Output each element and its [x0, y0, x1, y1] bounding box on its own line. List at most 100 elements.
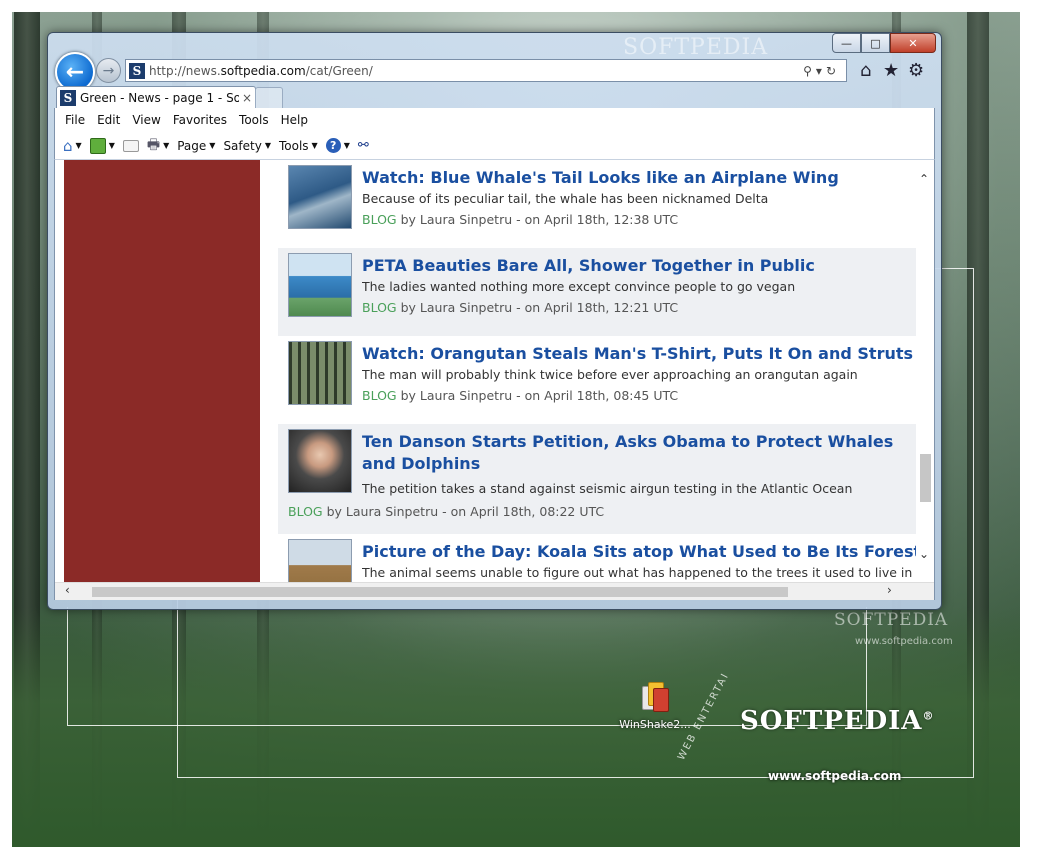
menu-bar: File Edit View Favorites Tools Help — [54, 108, 935, 132]
maximize-button[interactable]: □ — [861, 33, 890, 53]
menu-help[interactable]: Help — [281, 113, 308, 127]
article-description: Because of its peculiar tail, the whale … — [362, 191, 769, 206]
home-command[interactable]: ⌂ ▼ — [63, 137, 82, 155]
browser-window[interactable]: SOFTPEDIA — □ ✕ ← → S http://news.softpe… — [47, 32, 942, 610]
article-description: The animal seems unable to figure out wh… — [362, 565, 913, 580]
softpedia-favicon: S — [129, 62, 145, 79]
forward-arrow-icon: → — [102, 62, 115, 79]
settings-gear-icon[interactable]: ⚙ — [908, 60, 924, 81]
article-item[interactable]: Watch: Orangutan Steals Man's T-Shirt, P… — [278, 336, 916, 424]
article-title[interactable]: Picture of the Day: Koala Sits atop What… — [362, 541, 916, 563]
article-title[interactable]: Ten Danson Starts Petition, Asks Obama t… — [362, 431, 916, 475]
address-bar[interactable]: S http://news.softpedia.com/cat/Green/ ⚲… — [125, 59, 847, 82]
tools-menu[interactable]: Tools ▼ — [279, 139, 318, 153]
menu-favorites[interactable]: Favorites — [173, 113, 227, 127]
article-meta: BLOG by Laura Sinpetru - on April 18th, … — [362, 388, 678, 403]
help-command[interactable]: ? ▼ — [325, 138, 350, 153]
softpedia-logo: SOFTPEDIA® — [740, 706, 934, 736]
safety-menu[interactable]: Safety ▼ — [223, 139, 271, 153]
home-icon[interactable]: ⌂ — [860, 60, 871, 81]
mail-command[interactable] — [122, 139, 139, 152]
tab-green-news[interactable]: S Green - News - page 1 - Sof... × — [56, 86, 256, 109]
article-meta: BLOG by Laura Sinpetru - on April 18th, … — [288, 504, 604, 519]
article-thumbnail[interactable] — [288, 429, 352, 493]
url-path: /cat/Green/ — [305, 63, 373, 78]
scroll-right-icon[interactable]: › — [887, 583, 892, 597]
article-meta: BLOG by Laura Sinpetru - on April 18th, … — [362, 300, 678, 315]
article-item[interactable]: Ten Danson Starts Petition, Asks Obama t… — [278, 424, 916, 534]
vertical-scroll-thumb[interactable] — [920, 454, 931, 502]
softpedia-url: www.softpedia.com — [768, 769, 902, 783]
feeds-icon — [89, 137, 106, 154]
page-viewport[interactable]: Watch: Blue Whale's Tail Looks like an A… — [54, 160, 935, 600]
article-thumbnail[interactable] — [288, 253, 352, 317]
chevron-down-icon: ▼ — [75, 141, 82, 150]
refresh-icon[interactable]: ↻ — [826, 64, 840, 78]
favorites-star-icon[interactable]: ★ — [883, 60, 899, 81]
article-description: The petition takes a stand against seism… — [362, 481, 853, 496]
menu-view[interactable]: View — [132, 113, 160, 127]
article-list: Watch: Blue Whale's Tail Looks like an A… — [278, 160, 916, 600]
safety-menu-label: Safety — [223, 138, 262, 153]
menu-edit[interactable]: Edit — [97, 113, 120, 127]
horizontal-scrollbar[interactable]: ‹ › — [55, 582, 934, 600]
research-icon: ⚯ — [357, 138, 369, 153]
tools-menu-label: Tools — [278, 138, 309, 153]
desktop-icon-winshake[interactable]: WinShake2... — [618, 680, 692, 731]
article-description: The ladies wanted nothing more except co… — [362, 279, 796, 294]
menu-file[interactable]: File — [65, 113, 85, 127]
forward-button[interactable]: → — [96, 58, 121, 83]
caption-buttons: — □ ✕ — [832, 33, 936, 53]
article-item[interactable]: Watch: Blue Whale's Tail Looks like an A… — [278, 160, 916, 248]
registered-mark: ® — [922, 709, 935, 723]
article-tag[interactable]: BLOG — [288, 504, 323, 519]
chevron-down-icon: ▼ — [108, 141, 115, 150]
softpedia-watermark: SOFTPEDIA — [623, 35, 769, 60]
dropdown-icon[interactable]: ▾ — [816, 64, 826, 78]
article-description: The man will probably think twice before… — [362, 367, 858, 382]
help-icon: ? — [325, 138, 341, 153]
chevron-down-icon: ▼ — [343, 141, 350, 150]
article-title[interactable]: Watch: Blue Whale's Tail Looks like an A… — [362, 167, 916, 189]
scroll-left-icon[interactable]: ‹ — [65, 583, 70, 597]
article-thumbnail[interactable] — [288, 341, 352, 405]
article-item[interactable]: PETA Beauties Bare All, Shower Together … — [278, 248, 916, 336]
tab-title: Green - News - page 1 - Sof... — [80, 91, 239, 105]
command-bar: ⌂ ▼ ▼ 🖶 ▼ Page ▼ Safety ▼ Tools ▼ ? ▼ ⚯ — [54, 132, 935, 160]
winshake-icon — [640, 680, 670, 712]
search-icon[interactable]: ⚲ — [803, 64, 816, 78]
left-sidebar-banner — [64, 160, 260, 584]
article-byline: by Laura Sinpetru - on April 18th, 12:21… — [396, 300, 679, 315]
article-tag[interactable]: BLOG — [362, 212, 397, 227]
page-menu[interactable]: Page ▼ — [177, 139, 215, 153]
scroll-down-icon[interactable]: ⌄ — [919, 547, 929, 561]
tab-close-icon[interactable]: × — [239, 91, 255, 105]
desktop-icon-label: WinShake2... — [619, 718, 691, 731]
article-title[interactable]: PETA Beauties Bare All, Shower Together … — [362, 255, 916, 277]
article-byline: by Laura Sinpetru - on April 18th, 08:22… — [322, 504, 605, 519]
article-thumbnail[interactable] — [288, 165, 352, 229]
research-command[interactable]: ⚯ — [358, 138, 369, 153]
article-byline: by Laura Sinpetru - on April 18th, 08:45… — [396, 388, 679, 403]
softpedia-favicon: S — [60, 90, 76, 106]
close-window-button[interactable]: ✕ — [890, 33, 936, 53]
scroll-up-icon[interactable]: ⌃ — [919, 172, 929, 186]
minimize-button[interactable]: — — [832, 33, 861, 53]
article-tag[interactable]: BLOG — [362, 388, 397, 403]
logo-text: SOFTPEDIA — [740, 706, 923, 736]
article-tag[interactable]: BLOG — [362, 300, 397, 315]
url-domain: softpedia.com — [220, 63, 306, 78]
print-command[interactable]: 🖶 ▼ — [147, 134, 169, 158]
chevron-down-icon: ▼ — [264, 141, 271, 150]
menu-tools[interactable]: Tools — [239, 113, 269, 127]
vertical-scrollbar[interactable]: ⌃ ⌄ — [917, 160, 934, 584]
address-search-refresh-icons[interactable]: ⚲▾↻ — [803, 64, 846, 78]
article-meta: BLOG by Laura Sinpetru - on April 18th, … — [362, 212, 678, 227]
feeds-command[interactable]: ▼ — [89, 137, 115, 154]
article-title[interactable]: Watch: Orangutan Steals Man's T-Shirt, P… — [362, 343, 916, 365]
print-icon: 🖶 — [146, 136, 161, 153]
softpedia-faint-logo: SOFTPEDIA — [834, 610, 949, 630]
horizontal-scroll-thumb[interactable] — [92, 587, 788, 597]
new-tab-button[interactable] — [255, 87, 283, 109]
address-url[interactable]: http://news.softpedia.com/cat/Green/ — [149, 64, 803, 78]
